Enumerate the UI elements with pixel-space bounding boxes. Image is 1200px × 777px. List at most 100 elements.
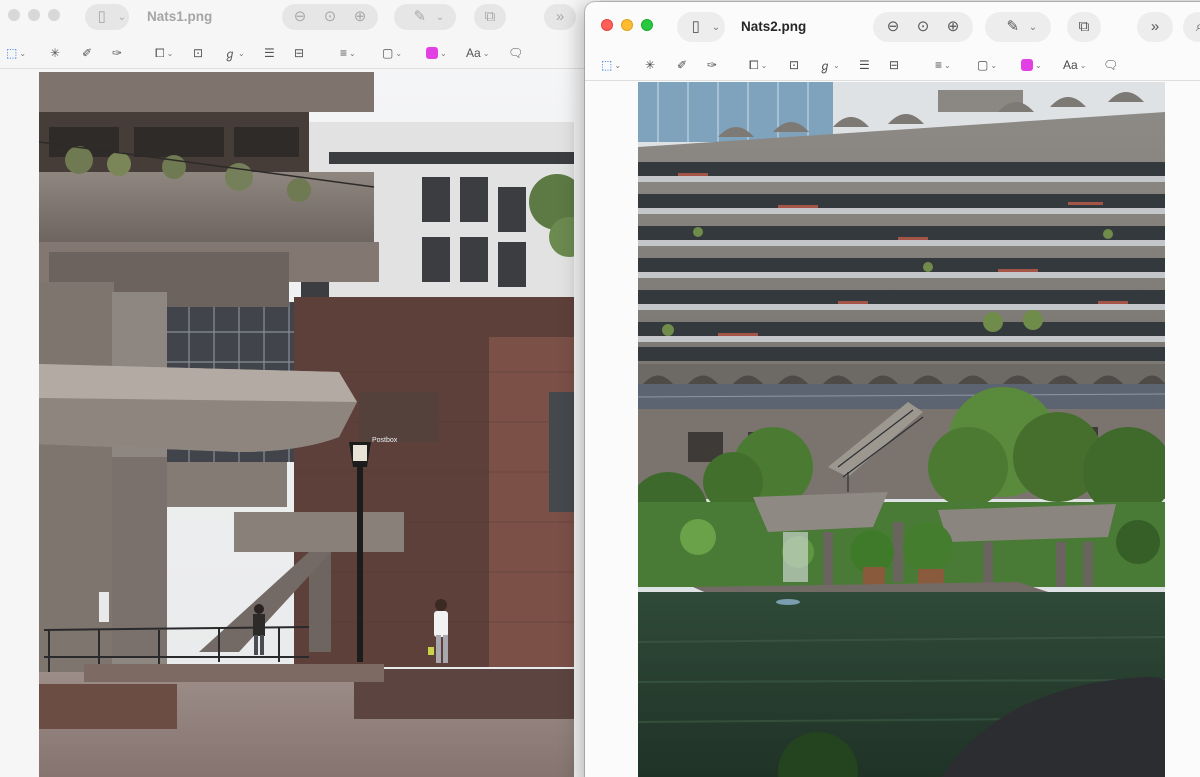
sketch-icon: ✐ [677,58,688,72]
chevron-down-icon: ⌄ [238,48,245,58]
chevron-down-icon: ⌄ [482,48,490,58]
chevron-down-icon: ⌄ [1079,60,1087,70]
search-button[interactable]: ⌕ [1183,12,1200,42]
draw-tool[interactable]: ✑ [707,58,717,72]
markup-button[interactable]: ✎ ⌄ [394,4,456,30]
crop-button[interactable]: ⧉ [474,4,506,30]
photo-nats2-canvas [638,82,1165,777]
zoom-button[interactable] [48,9,60,21]
instant-alpha-tool[interactable]: ✳ [645,58,655,72]
annotate-tool[interactable]: 🗨 [508,46,523,60]
pen-icon: ✎ [413,8,427,25]
sidebar-icon: ▯ [97,8,106,25]
resize-icon: ⊟ [889,58,900,72]
more-button[interactable]: » [544,4,576,30]
lines-icon: ≡ [340,46,348,60]
annotate-tool[interactable]: 🗨 [1103,58,1118,72]
instant-alpha-tool[interactable]: ✳ [50,46,60,60]
sign-tool[interactable]: ℊ ⌄ [819,57,840,74]
text-box-icon: ⊡ [789,58,800,72]
fill-color-tool[interactable]: ⌄ [1021,59,1042,71]
adjust-size-tool[interactable]: ⊟ [294,46,304,60]
magic-wand-icon: ✳ [50,46,61,60]
border-icon: ▢ [977,58,989,72]
shapes-tool[interactable]: ⧠ ⌄ [155,46,173,61]
image-nats1: Postbox [39,72,574,777]
chevron-down-icon: ⌄ [944,60,951,70]
zoom-controls: ⊖ ⊙ ⊕ [873,12,973,42]
fill-color-tool[interactable]: ⌄ [426,47,447,59]
preview-window-nats2[interactable]: ▯⌄ Nats2.png ⊖ ⊙ ⊕ ✎⌄ ⧉ » ⌕ ⬚⌄ ✳ [585,2,1200,777]
markup-toolbar: ⬚ ⌄ ✳ ✐ ✑ ⧠ ⌄ ⊡ ℊ ⌄ ☰ ⊟ ≡ ⌄ ▢ ⌄ ⌄ Aa ⌄ 🗨 [585,50,1200,80]
shapes-icon: ⧠ [155,45,165,60]
preview-window-nats1[interactable]: ▯ ⌄ Nats1.png ⊖ ⊙ ⊕ ✎ ⌄ ⧉ » ⬚ ⌄ ✳ ✐ ✑ ⧠ ⌄ [0,0,600,777]
shape-style-tool[interactable]: ≡ ⌄ [935,58,951,72]
titlebar[interactable]: ▯ ⌄ Nats1.png ⊖ ⊙ ⊕ ✎ ⌄ ⧉ » [0,0,600,40]
zoom-out-icon[interactable]: ⊖ [286,4,314,30]
close-button[interactable] [601,19,613,31]
selection-tool[interactable]: ⬚ ⌄ [601,58,621,72]
zoom-out-icon[interactable]: ⊖ [879,14,907,40]
markup-toolbar: ⬚ ⌄ ✳ ✐ ✑ ⧠ ⌄ ⊡ ℊ ⌄ ☰ ⊟ ≡ ⌄ ▢ ⌄ ⌄ Aa ⌄ 🗨 [0,38,600,68]
text-style-tool[interactable]: Aa ⌄ [466,46,489,60]
minimize-button[interactable] [28,9,40,21]
sidebar-icon: ▯ [691,18,700,35]
chevron-down-icon: ⌄ [614,60,622,70]
minimize-button[interactable] [621,19,633,31]
sliders-icon: ☰ [264,46,275,60]
adjust-color-tool[interactable]: ☰ [859,58,870,72]
close-button[interactable] [8,9,20,21]
chevron-down-icon: ⌄ [166,48,174,58]
chevron-down-icon: ⌄ [1028,21,1038,33]
speech-bubble-icon: 🗨 [508,46,524,60]
shape-style-tool[interactable]: ≡ ⌄ [340,46,356,60]
actual-size-icon[interactable]: ⊙ [909,14,937,40]
chevron-down-icon: ⌄ [349,48,356,58]
text-tool[interactable]: ⊡ [193,46,203,60]
double-chevron-icon: » [1150,18,1160,35]
adjust-color-tool[interactable]: ☰ [264,46,275,60]
zoom-in-icon[interactable]: ⊕ [346,4,374,30]
crop-icon: ⧉ [1078,18,1090,35]
rect-select-icon: ⬚ [6,46,18,60]
crop-button[interactable]: ⧉ [1067,12,1101,42]
chevron-down-icon: ⌄ [1035,60,1042,70]
sketch-tool[interactable]: ✐ [677,58,687,72]
adjust-size-tool[interactable]: ⊟ [889,58,899,72]
window-controls [601,19,653,31]
sidebar-toggle-button[interactable]: ▯ ⌄ [85,4,129,30]
more-button[interactable]: » [1137,12,1173,42]
sketch-tool[interactable]: ✐ [82,46,92,60]
draw-tool[interactable]: ✑ [112,46,122,60]
sidebar-toggle-button[interactable]: ▯ ⌄ [677,12,725,42]
border-color-tool[interactable]: ▢ ⌄ [382,46,402,60]
toolbar-divider [585,80,1200,81]
selection-tool[interactable]: ⬚ ⌄ [6,46,26,60]
chevron-down-icon: ⌄ [440,48,447,58]
window-controls [8,9,60,21]
text-style-label: Aa [1063,58,1078,72]
actual-size-icon[interactable]: ⊙ [316,4,344,30]
text-style-tool[interactable]: Aa ⌄ [1063,58,1086,72]
photo-nats1-canvas: Postbox [39,72,574,777]
border-icon: ▢ [382,46,394,60]
window-title: Nats2.png [741,19,807,34]
zoom-in-icon[interactable]: ⊕ [939,14,967,40]
sketch-icon: ✐ [82,46,93,60]
text-style-label: Aa [466,46,481,60]
titlebar[interactable]: ▯⌄ Nats2.png ⊖ ⊙ ⊕ ✎⌄ ⧉ » ⌕ [585,2,1200,42]
rect-select-icon: ⬚ [601,58,613,72]
desktop: ▯ ⌄ Nats1.png ⊖ ⊙ ⊕ ✎ ⌄ ⧉ » ⬚ ⌄ ✳ ✐ ✑ ⧠ ⌄ [0,0,1200,777]
zoom-button[interactable] [641,19,653,31]
markup-button[interactable]: ✎ ⌄ [985,12,1051,42]
chevron-down-icon: ⌄ [435,11,445,23]
chevron-down-icon: ⌄ [760,60,768,70]
text-tool[interactable]: ⊡ [789,58,799,72]
border-color-tool[interactable]: ▢ ⌄ [977,58,997,72]
shapes-tool[interactable]: ⧠ ⌄ [749,58,767,73]
lines-icon: ≡ [935,58,943,72]
sign-tool[interactable]: ℊ ⌄ [224,45,245,62]
window-title: Nats1.png [147,9,213,24]
chevron-down-icon: ⌄ [117,11,127,23]
chevron-down-icon: ⌄ [19,48,27,58]
